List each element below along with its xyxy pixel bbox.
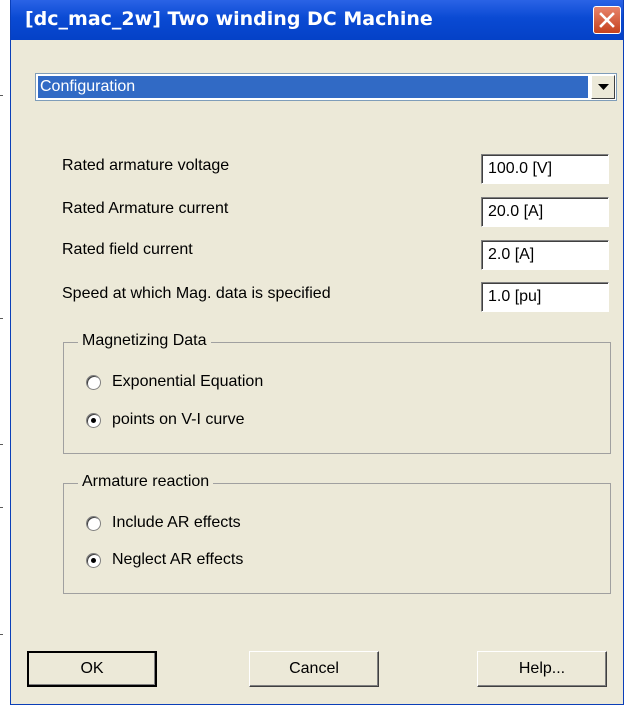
neglect-ar-effects-label: Neglect AR effects — [112, 551, 244, 568]
include-ar-effects-label: Include AR effects — [112, 514, 241, 531]
background-edge-mark — [0, 95, 3, 96]
vi-curve-points-label: points on V-I curve — [112, 411, 245, 428]
magnetizing-data-title: Magnetizing Data — [78, 332, 211, 350]
background-edge-mark — [0, 634, 3, 635]
close-x-icon — [599, 12, 615, 28]
help-button[interactable]: Help... — [477, 651, 607, 687]
neglect-ar-effects-radio[interactable] — [86, 553, 101, 568]
title-bar[interactable]: [dc_mac_2w] Two winding DC Machine — [11, 0, 623, 40]
close-button[interactable] — [593, 6, 621, 34]
rated-field-current-label: Rated field current — [62, 241, 193, 258]
page-selector-value: Configuration — [38, 76, 588, 98]
background-edge-mark — [0, 444, 3, 445]
armature-reaction-title: Armature reaction — [78, 473, 214, 491]
vi-curve-points-radio[interactable] — [86, 413, 101, 428]
chevron-down-icon — [598, 84, 609, 90]
exponential-equation-radio[interactable] — [86, 375, 101, 390]
rated-armature-voltage-input[interactable] — [481, 154, 609, 184]
background-edge-mark — [0, 507, 3, 508]
window-title: [dc_mac_2w] Two winding DC Machine — [25, 8, 433, 30]
include-ar-effects-radio[interactable] — [86, 516, 101, 531]
rated-armature-voltage-label: Rated armature voltage — [62, 157, 230, 174]
page-selector-dropdown[interactable]: Configuration — [35, 73, 617, 101]
rated-armature-current-input[interactable] — [481, 197, 609, 227]
rated-armature-current-label: Rated Armature current — [62, 200, 229, 217]
dc-machine-dialog: [dc_mac_2w] Two winding DC Machine Confi… — [10, 0, 624, 705]
background-edge-mark — [0, 318, 3, 319]
cancel-button[interactable]: Cancel — [249, 651, 379, 687]
rated-field-current-input[interactable] — [481, 240, 609, 270]
mag-data-speed-label: Speed at which Mag. data is specified — [62, 285, 331, 302]
ok-button[interactable]: OK — [27, 651, 157, 687]
dropdown-button[interactable] — [591, 75, 615, 99]
armature-reaction-group: Armature reaction Include AR effects Neg… — [63, 473, 611, 594]
exponential-equation-label: Exponential Equation — [112, 373, 264, 390]
mag-data-speed-input[interactable] — [481, 282, 609, 312]
magnetizing-data-group: Magnetizing Data Exponential Equation po… — [63, 332, 611, 454]
